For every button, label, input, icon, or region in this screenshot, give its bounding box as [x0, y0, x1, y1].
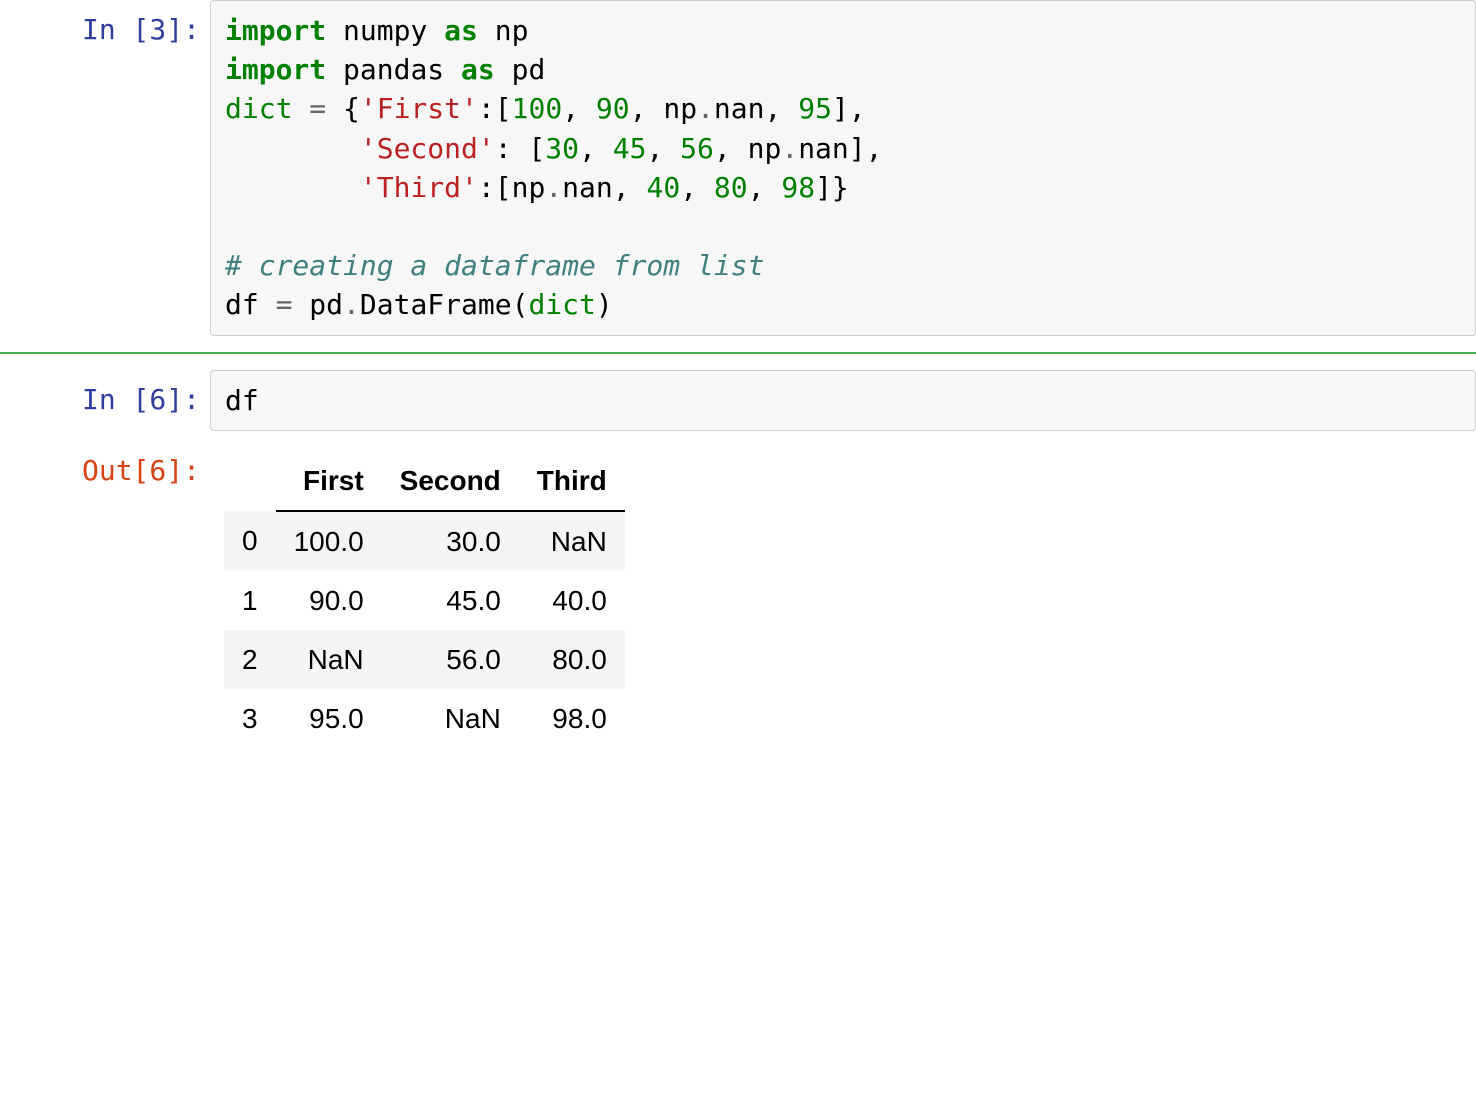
table-cell: 56.0 [382, 630, 519, 689]
code-cell: In [3]: import numpy as np import pandas… [0, 0, 1476, 336]
input-prompt: In [6]: [0, 370, 210, 419]
index-header [224, 451, 276, 511]
row-index: 0 [224, 511, 276, 571]
table-header: First Second Third [224, 451, 625, 511]
dataframe-table: First Second Third 0100.030.0NaN190.045.… [224, 451, 625, 749]
cell-separator [0, 352, 1476, 354]
input-prompt: In [3]: [0, 0, 210, 49]
table-row: 395.0NaN98.0 [224, 689, 625, 748]
table-cell: 45.0 [382, 571, 519, 630]
output-area: First Second Third 0100.030.0NaN190.045.… [210, 441, 1476, 759]
table-cell: 95.0 [276, 689, 382, 748]
column-header: Second [382, 451, 519, 511]
table-cell: NaN [276, 630, 382, 689]
table-cell: NaN [519, 511, 625, 571]
row-index: 3 [224, 689, 276, 748]
output-prompt: Out[6]: [0, 441, 210, 490]
table-row: 2NaN56.080.0 [224, 630, 625, 689]
table-cell: 98.0 [519, 689, 625, 748]
code-input[interactable]: df [210, 370, 1476, 431]
table-row: 0100.030.0NaN [224, 511, 625, 571]
table-cell: 90.0 [276, 571, 382, 630]
output-cell: Out[6]: First Second Third 0100.030.0NaN… [0, 441, 1476, 759]
column-header: First [276, 451, 382, 511]
table-cell: 40.0 [519, 571, 625, 630]
table-cell: NaN [382, 689, 519, 748]
table-body: 0100.030.0NaN190.045.040.02NaN56.080.039… [224, 511, 625, 749]
code-cell: In [6]: df [0, 370, 1476, 431]
code-input[interactable]: import numpy as np import pandas as pd d… [210, 0, 1476, 336]
row-index: 2 [224, 630, 276, 689]
table-cell: 100.0 [276, 511, 382, 571]
table-cell: 80.0 [519, 630, 625, 689]
table-row: 190.045.040.0 [224, 571, 625, 630]
table-cell: 30.0 [382, 511, 519, 571]
row-index: 1 [224, 571, 276, 630]
column-header: Third [519, 451, 625, 511]
